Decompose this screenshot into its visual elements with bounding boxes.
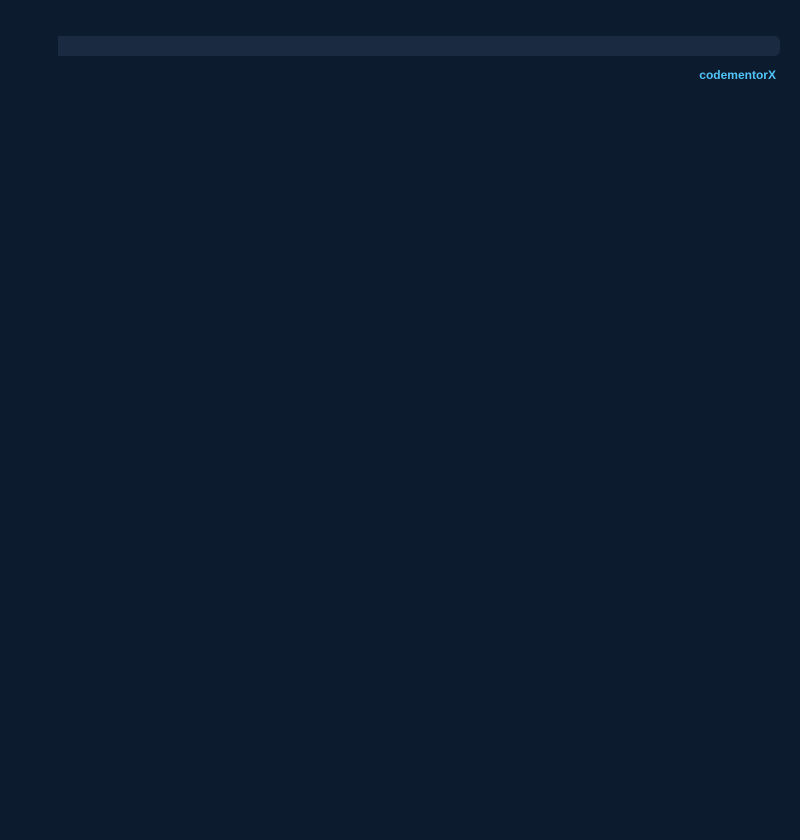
footer-brand-text: codementor: [699, 68, 768, 82]
job-col-header: [416, 36, 595, 56]
footer-brand-x: X: [768, 68, 776, 82]
rank-col-header: [20, 36, 58, 56]
footer-brand: codementorX: [699, 68, 776, 82]
rankings-table-container: [20, 36, 780, 56]
page: codementorX: [0, 0, 800, 840]
community-col-header: [237, 36, 416, 56]
growth-col-header: [596, 36, 781, 56]
footer: codementorX: [20, 68, 780, 82]
table-header-row: [20, 36, 780, 56]
overall-col-header: [58, 36, 237, 56]
rankings-table: [20, 36, 780, 56]
